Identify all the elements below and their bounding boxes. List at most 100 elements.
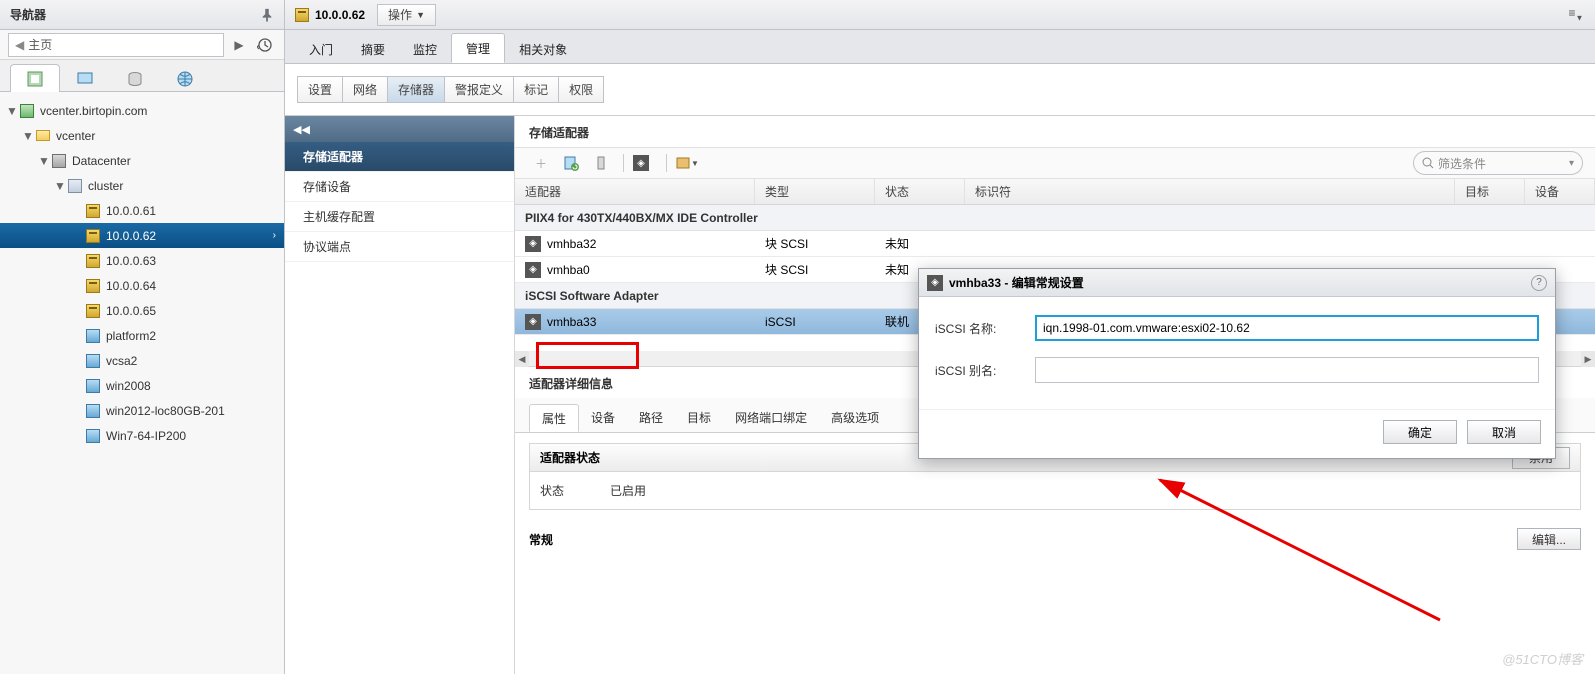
col-type[interactable]: 类型 bbox=[755, 179, 875, 204]
host-icon bbox=[86, 229, 100, 243]
adapter-icon: ◈ bbox=[525, 262, 541, 278]
nav-protocol-endpoints[interactable]: 协议端点 bbox=[285, 232, 514, 262]
tree-host[interactable]: 10.0.0.63 bbox=[0, 248, 284, 273]
subtab-network[interactable]: 网络 bbox=[343, 77, 388, 102]
dtab-netport[interactable]: 网络端口绑定 bbox=[723, 404, 819, 432]
tree-vm[interactable]: Win7-64-IP200 bbox=[0, 423, 284, 448]
pin-icon[interactable] bbox=[260, 8, 274, 22]
breadcrumb-label: 主页 bbox=[28, 36, 52, 53]
tree-label: win2012-loc80GB-201 bbox=[106, 404, 225, 418]
inventory-tree: ▼ vcenter.birtopin.com ▼ vcenter ▼ Datac… bbox=[0, 92, 284, 674]
breadcrumb-home[interactable]: ◀ 主页 bbox=[8, 33, 224, 57]
tab-summary[interactable]: 摘要 bbox=[347, 35, 399, 63]
tree-label: vcenter bbox=[56, 129, 95, 143]
tree-host-selected[interactable]: 10.0.0.62› bbox=[0, 223, 284, 248]
edit-button[interactable]: 编辑... bbox=[1517, 528, 1581, 550]
vm-icon bbox=[86, 354, 100, 368]
tree-vm[interactable]: win2012-loc80GB-201 bbox=[0, 398, 284, 423]
subtab-alarms[interactable]: 警报定义 bbox=[445, 77, 514, 102]
subtab-permissions[interactable]: 权限 bbox=[559, 77, 603, 102]
twisty-icon: ▼ bbox=[6, 104, 18, 118]
subtab-settings[interactable]: 设置 bbox=[298, 77, 343, 102]
col-identifier[interactable]: 标识符 bbox=[965, 179, 1455, 204]
folder-icon bbox=[36, 130, 50, 141]
dtab-advanced[interactable]: 高级选项 bbox=[819, 404, 891, 432]
storage-nav: ◀◀ 存储适配器 存储设备 主机缓存配置 协议端点 bbox=[285, 116, 515, 674]
tree-datacenter[interactable]: ▼ Datacenter bbox=[0, 148, 284, 173]
tab-getting-started[interactable]: 入门 bbox=[295, 35, 347, 63]
filter-input[interactable]: 筛选条件 ▾ bbox=[1413, 151, 1583, 175]
breadcrumb-forward[interactable]: ▶ bbox=[228, 34, 250, 56]
host-icon bbox=[86, 304, 100, 318]
twisty-icon: ▼ bbox=[22, 129, 34, 143]
adapter-icon: ◈ bbox=[927, 275, 943, 291]
col-state[interactable]: 状态 bbox=[875, 179, 965, 204]
nav-storage-adapters[interactable]: 存储适配器 bbox=[285, 142, 514, 172]
subtab-tags[interactable]: 标记 bbox=[514, 77, 559, 102]
col-adapter[interactable]: 适配器 bbox=[515, 179, 755, 204]
general-title: 常规 bbox=[529, 531, 553, 548]
tree-host[interactable]: 10.0.0.61 bbox=[0, 198, 284, 223]
panel-title: 适配器状态 bbox=[540, 449, 600, 466]
navigator-panel: 导航器 ◀ 主页 ▶ ▼ vcenter.birtopin.com ▼ vcen… bbox=[0, 0, 285, 674]
vm-icon bbox=[86, 329, 100, 343]
adapter-icon: ◈ bbox=[525, 314, 541, 330]
iscsi-alias-label: iSCSI 别名: bbox=[935, 362, 1035, 379]
host-icon bbox=[295, 8, 309, 22]
subtab-storage[interactable]: 存储器 bbox=[388, 77, 445, 102]
tree-vcenter[interactable]: ▼ vcenter.birtopin.com bbox=[0, 98, 284, 123]
adapter-icon[interactable]: ◈ bbox=[630, 151, 658, 175]
nav-host-cache[interactable]: 主机缓存配置 bbox=[285, 202, 514, 232]
tree-vm[interactable]: vcsa2 bbox=[0, 348, 284, 373]
chevron-down-icon: ▼ bbox=[416, 10, 425, 20]
storage-tab[interactable] bbox=[110, 64, 160, 92]
tree-label: 10.0.0.62 bbox=[106, 229, 156, 243]
dtab-devices[interactable]: 设备 bbox=[579, 404, 627, 432]
nav-storage-devices[interactable]: 存储设备 bbox=[285, 172, 514, 202]
dtab-paths[interactable]: 路径 bbox=[627, 404, 675, 432]
help-icon[interactable]: ? bbox=[1531, 275, 1547, 291]
col-target[interactable]: 目标 bbox=[1455, 179, 1525, 204]
menu-icon[interactable]: ≡▼ bbox=[1567, 6, 1585, 22]
sub-tab-bar: 设置 网络 存储器 警报定义 标记 权限 bbox=[285, 64, 1595, 116]
object-title-bar: 10.0.0.62 操作▼ ≡▼ bbox=[285, 0, 1595, 30]
hosts-tab[interactable] bbox=[10, 64, 60, 92]
host-icon bbox=[86, 204, 100, 218]
twisty-icon: ▼ bbox=[38, 154, 50, 168]
ok-button[interactable]: 确定 bbox=[1383, 420, 1457, 444]
chevron-left-icon: ◀ bbox=[15, 38, 24, 52]
actions-dropdown[interactable]: 操作▼ bbox=[377, 4, 436, 26]
tree-folder[interactable]: ▼ vcenter bbox=[0, 123, 284, 148]
general-section: 常规 编辑... bbox=[515, 520, 1595, 558]
iscsi-alias-input[interactable] bbox=[1035, 357, 1539, 383]
dtab-properties[interactable]: 属性 bbox=[529, 404, 579, 432]
tree-label: 10.0.0.61 bbox=[106, 204, 156, 218]
navigator-title: 导航器 bbox=[10, 6, 46, 23]
tab-manage[interactable]: 管理 bbox=[451, 33, 505, 63]
navigator-title-bar: 导航器 bbox=[0, 0, 284, 30]
status-key: 状态 bbox=[540, 482, 610, 499]
col-device[interactable]: 设备 bbox=[1525, 179, 1595, 204]
tree-cluster[interactable]: ▼ cluster bbox=[0, 173, 284, 198]
collapse-button[interactable]: ◀◀ bbox=[285, 116, 514, 142]
dialog-title: vmhba33 - 编辑常规设置 bbox=[949, 274, 1084, 291]
tree-host[interactable]: 10.0.0.65 bbox=[0, 298, 284, 323]
history-icon[interactable] bbox=[254, 34, 276, 56]
tab-related[interactable]: 相关对象 bbox=[505, 35, 581, 63]
tab-monitor[interactable]: 监控 bbox=[399, 35, 451, 63]
table-row[interactable]: ◈vmhba32 块 SCSI 未知 bbox=[515, 231, 1595, 257]
refresh-icon[interactable] bbox=[557, 151, 585, 175]
tree-vm[interactable]: win2008 bbox=[0, 373, 284, 398]
dtab-targets[interactable]: 目标 bbox=[675, 404, 723, 432]
tree-host[interactable]: 10.0.0.64 bbox=[0, 273, 284, 298]
rescan-icon[interactable] bbox=[587, 151, 615, 175]
detach-icon[interactable]: ▼ bbox=[673, 151, 701, 175]
object-title: 10.0.0.62 bbox=[315, 8, 365, 22]
tree-vm[interactable]: platform2 bbox=[0, 323, 284, 348]
iscsi-name-input[interactable] bbox=[1035, 315, 1539, 341]
add-icon[interactable]: ＋ bbox=[527, 151, 555, 175]
cancel-button[interactable]: 取消 bbox=[1467, 420, 1541, 444]
network-tab[interactable] bbox=[160, 64, 210, 92]
dialog-title-bar[interactable]: ◈ vmhba33 - 编辑常规设置 ? bbox=[919, 269, 1555, 297]
vms-tab[interactable] bbox=[60, 64, 110, 92]
